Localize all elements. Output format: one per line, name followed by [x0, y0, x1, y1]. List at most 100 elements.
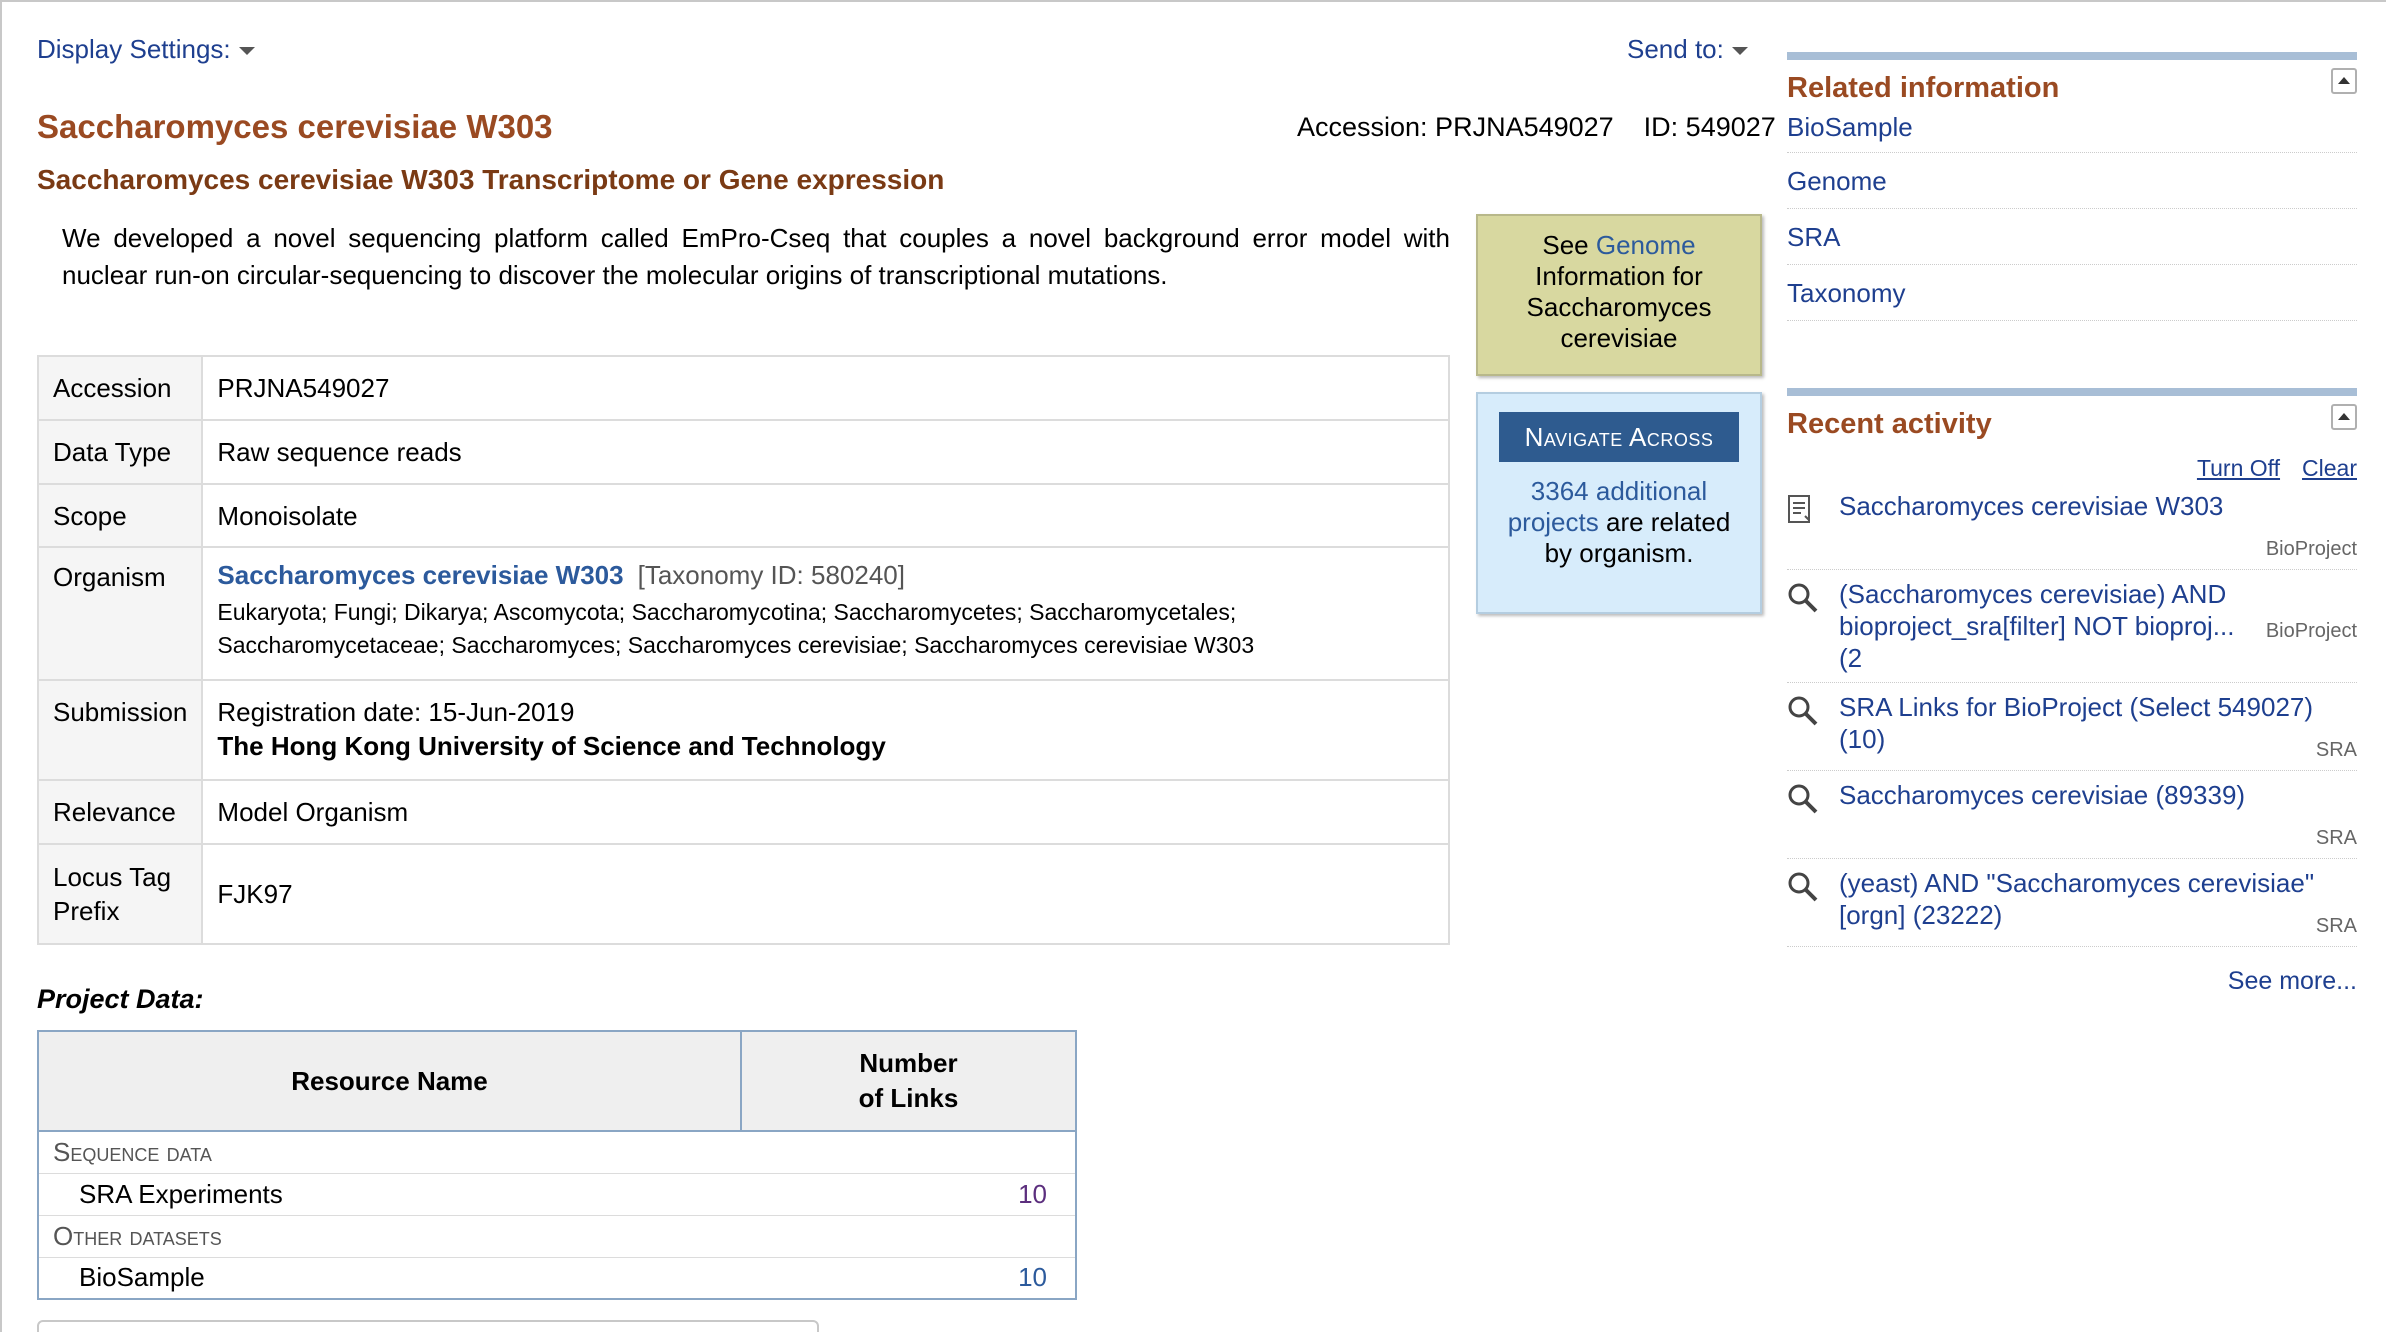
- project-description: We developed a novel sequencing platform…: [62, 223, 1450, 290]
- related-biosample-link[interactable]: BioSample: [1787, 105, 2357, 153]
- panel-bar: [1787, 52, 2357, 60]
- panel-bar: [1787, 388, 2357, 396]
- organism-lineage: Eukaryota; Fungi; Dikarya; Ascomycota; S…: [217, 599, 1255, 658]
- recent-item[interactable]: SRA Links for BioProject (Select 549027)…: [1787, 683, 2357, 771]
- chevron-down-icon: [238, 47, 255, 56]
- project-data-table: Resource Name Number of Links Sequence da…: [37, 1030, 1077, 1300]
- collapse-up-icon[interactable]: [2331, 404, 2357, 430]
- genome-info-box[interactable]: See Genome Information for Saccharomyces…: [1476, 214, 1762, 376]
- category-sequence-data: Sequence data: [38, 1131, 1076, 1174]
- lower-panel-edge: [37, 1320, 819, 1332]
- related-taxonomy-link[interactable]: Taxonomy: [1787, 265, 2357, 321]
- recent-item[interactable]: Saccharomyces cerevisiae (89339) SRA: [1787, 771, 2357, 859]
- relevance-label: Relevance: [36, 779, 204, 845]
- send-to-menu[interactable]: Send to:: [1627, 34, 1748, 65]
- chevron-down-icon: [1731, 47, 1748, 56]
- navigate-across-box: Navigate Across 3364 additional projects…: [1476, 392, 1762, 614]
- accession-value: PRJNA549027: [201, 355, 1450, 421]
- recent-item-text[interactable]: Saccharomyces cerevisiae W303: [1839, 490, 2357, 522]
- search-icon: [1788, 784, 1818, 814]
- locus-label-line1: Locus Tag: [53, 862, 172, 892]
- organism-link[interactable]: Saccharomyces cerevisiae W303: [217, 560, 623, 590]
- page-title: Saccharomyces cerevisiae W303: [37, 108, 553, 145]
- navigate-across-button[interactable]: Navigate Across: [1499, 412, 1739, 462]
- navigate-text: 3364 additional projects are related by …: [1478, 476, 1760, 569]
- recent-item[interactable]: (Saccharomyces cerevisiae) AND bioprojec…: [1787, 570, 2357, 683]
- table-row: Accession PRJNA549027: [36, 355, 1450, 421]
- col-links-line1: Number: [859, 1048, 958, 1078]
- send-to-label: Send to:: [1627, 34, 1724, 64]
- recent-item-text[interactable]: (yeast) AND "Saccharomyces cerevisiae" […: [1839, 867, 2319, 931]
- related-info-panel: Related information BioSample Genome SRA…: [1787, 52, 2357, 321]
- organism-label: Organism: [36, 546, 204, 681]
- submitter-institution: The Hong Kong University of Science and …: [217, 731, 886, 761]
- recent-item-text-inner: (Saccharomyces cerevisiae) AND bioprojec…: [1839, 579, 2235, 673]
- document-icon: [1788, 495, 1810, 523]
- related-sra-link[interactable]: SRA: [1787, 209, 2357, 265]
- category-other-datasets: Other datasets: [38, 1215, 1076, 1258]
- recent-item-db: SRA: [2311, 915, 2357, 938]
- turn-off-link[interactable]: Turn Off: [2197, 455, 2280, 481]
- col-number-of-links: Number of Links: [740, 1030, 1077, 1132]
- table-row: Organism Saccharomyces cerevisiae W303 [T…: [36, 546, 1450, 681]
- registration-date: Registration date: 15-Jun-2019: [217, 697, 575, 727]
- resource-biosample: BioSample: [38, 1257, 741, 1300]
- display-settings-menu[interactable]: Display Settings:: [37, 34, 255, 65]
- table-row: Relevance Model Organism: [36, 779, 1450, 845]
- table-row: SRA Experiments 10: [38, 1173, 1076, 1216]
- category-row: Sequence data: [38, 1131, 1076, 1174]
- collapse-up-icon[interactable]: [2331, 68, 2357, 94]
- col-links-line2: of Links: [858, 1083, 959, 1113]
- locus-label-line2: Prefix: [53, 896, 120, 926]
- table-row: Locus Tag Prefix FJK97: [36, 843, 1450, 945]
- page-subtitle: Saccharomyces cerevisiae W303 Transcript…: [37, 164, 945, 195]
- accession-line: Accession: PRJNA549027 ID: 549027: [1297, 112, 1776, 143]
- see-more-link[interactable]: See more...: [1787, 967, 2357, 996]
- sra-experiments-count-link[interactable]: 10: [741, 1173, 1076, 1216]
- recent-activity-panel: Recent activity Turn Off Clear Saccharomy…: [1787, 388, 2357, 996]
- biosample-count-link[interactable]: 10: [741, 1257, 1076, 1300]
- recent-item-text[interactable]: SRA Links for BioProject (Select 549027)…: [1839, 691, 2329, 755]
- scope-label: Scope: [36, 483, 204, 548]
- table-row: Scope Monoisolate: [36, 483, 1450, 548]
- table-header-row: Resource Name Number of Links: [37, 1030, 1077, 1132]
- project-data-heading: Project Data:: [37, 984, 204, 1014]
- project-details-table: Accession PRJNA549027 Data Type Raw sequ…: [36, 355, 1450, 945]
- related-genome-link[interactable]: Genome: [1787, 153, 2357, 209]
- recent-item-db: SRA: [2311, 827, 2357, 850]
- recent-item-db: SRA: [2311, 739, 2357, 762]
- display-settings-label: Display Settings:: [37, 34, 231, 64]
- recent-item[interactable]: Saccharomyces cerevisiae W303 BioProject: [1787, 482, 2357, 570]
- category-row: Other datasets: [38, 1215, 1076, 1258]
- accession-text: Accession: PRJNA549027: [1297, 112, 1614, 142]
- scope-value: Monoisolate: [201, 483, 1450, 548]
- locus-tag-value: FJK97: [201, 843, 1450, 945]
- recent-item-db: BioProject: [2261, 538, 2357, 561]
- search-icon: [1788, 872, 1818, 902]
- resource-sra-experiments: SRA Experiments: [38, 1173, 741, 1216]
- table-row: Submission Registration date: 15-Jun-201…: [36, 679, 1450, 781]
- recent-item[interactable]: (yeast) AND "Saccharomyces cerevisiae" […: [1787, 859, 2357, 947]
- relevance-value: Model Organism: [201, 779, 1450, 845]
- clear-link[interactable]: Clear: [2302, 455, 2357, 481]
- id-text: ID: 549027: [1643, 112, 1776, 142]
- recent-activity-heading: Recent activity: [1787, 408, 1992, 440]
- table-row: BioSample 10: [38, 1257, 1076, 1300]
- search-icon: [1788, 583, 1818, 613]
- taxonomy-id: [Taxonomy ID: 580240]: [637, 560, 905, 590]
- genome-info-text: Information for Saccharomyces cerevisiae: [1526, 261, 1712, 353]
- col-resource-name: Resource Name: [37, 1030, 742, 1132]
- recent-item-text[interactable]: Saccharomyces cerevisiae (89339): [1839, 779, 2357, 811]
- recent-activity-controls: Turn Off Clear: [1787, 455, 2357, 482]
- search-icon: [1788, 696, 1818, 726]
- table-row: Data Type Raw sequence reads: [36, 419, 1450, 485]
- datatype-label: Data Type: [36, 419, 204, 485]
- locus-tag-label: Locus Tag Prefix: [36, 843, 204, 945]
- datatype-value: Raw sequence reads: [201, 419, 1450, 485]
- genome-link[interactable]: Genome: [1596, 230, 1696, 260]
- submission-label: Submission: [36, 679, 204, 781]
- accession-label: Accession: [36, 355, 204, 421]
- recent-item-db: BioProject: [2261, 620, 2357, 643]
- related-info-heading: Related information: [1787, 72, 2060, 104]
- organism-cell: Saccharomyces cerevisiae W303 [Taxonomy I…: [201, 546, 1450, 681]
